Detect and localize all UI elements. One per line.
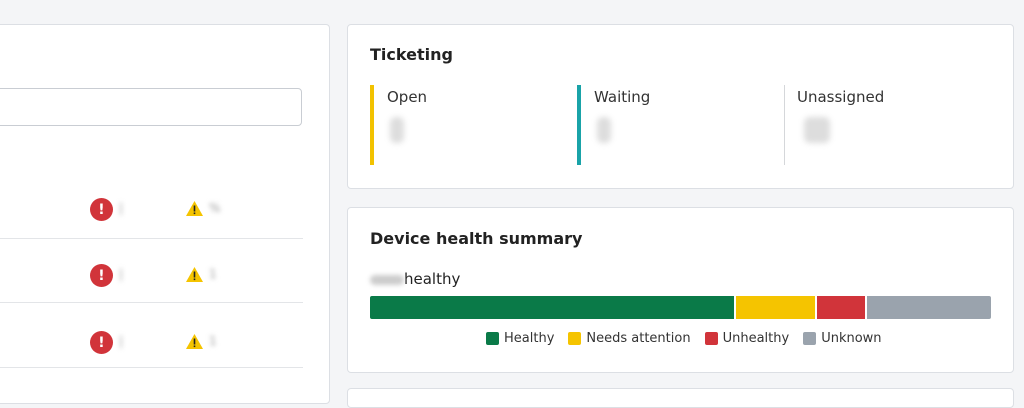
stat-value bbox=[390, 117, 404, 143]
bar-segment-needs-attention[interactable] bbox=[736, 296, 818, 319]
stat-color-bar bbox=[370, 85, 374, 165]
health-legend: Healthy Needs attention Unhealthy Unknown bbox=[486, 331, 882, 346]
exclamation-circle-icon: ! bbox=[90, 264, 113, 287]
legend-swatch bbox=[486, 332, 499, 345]
table-row[interactable]: ! | 1 bbox=[0, 304, 303, 368]
stat-label: Open bbox=[387, 88, 428, 106]
stat-label: Unassigned bbox=[797, 88, 885, 106]
stat-value bbox=[804, 117, 830, 143]
table-row[interactable]: ! | % bbox=[0, 175, 303, 239]
divider bbox=[0, 367, 303, 368]
legend-swatch bbox=[704, 332, 718, 345]
legend-item[interactable]: Healthy bbox=[486, 331, 554, 346]
bar-segment-unhealthy[interactable] bbox=[817, 296, 867, 319]
legend-label: Unhealthy bbox=[722, 331, 790, 346]
table-row[interactable]: ! | 1 bbox=[0, 239, 303, 303]
exclamation-circle-icon: ! bbox=[90, 331, 113, 354]
bar-segment-healthy[interactable] bbox=[370, 296, 737, 319]
card-title: Ticketing bbox=[370, 45, 453, 64]
warning-triangle-icon bbox=[186, 334, 203, 349]
warning-triangle-icon bbox=[186, 267, 203, 282]
stat-label: Waiting bbox=[594, 88, 651, 106]
stat-value bbox=[597, 117, 611, 143]
error-count: | bbox=[119, 267, 124, 281]
healthy-percent bbox=[370, 274, 404, 285]
legend-label: Needs attention bbox=[586, 331, 691, 346]
legend-item[interactable]: Needs attention bbox=[568, 331, 691, 346]
stat-waiting[interactable]: Waiting bbox=[577, 85, 767, 165]
warning-count: 1 bbox=[209, 334, 217, 348]
search-input[interactable] bbox=[0, 88, 302, 126]
stat-unassigned[interactable]: Unassigned bbox=[784, 85, 994, 165]
card-title: Device health summary bbox=[370, 229, 583, 248]
legend-item[interactable]: Unknown bbox=[803, 331, 882, 346]
healthy-summary: healthy bbox=[370, 270, 460, 288]
legend-label: Unknown bbox=[821, 331, 882, 346]
warning-triangle-icon bbox=[186, 201, 203, 216]
legend-item[interactable]: Unhealthy bbox=[704, 331, 790, 346]
stat-open[interactable]: Open bbox=[370, 85, 560, 165]
exclamation-circle-icon: ! bbox=[90, 198, 113, 221]
left-panel: ! | % ! | 1 ! | 1 bbox=[0, 24, 330, 404]
ticketing-card: Ticketing Open Waiting Unassigned bbox=[347, 24, 1014, 189]
warning-count: 1 bbox=[209, 267, 217, 281]
health-stacked-bar[interactable] bbox=[370, 296, 991, 319]
stat-color-bar bbox=[577, 85, 581, 165]
error-count: | bbox=[119, 334, 124, 348]
divider bbox=[0, 302, 303, 303]
error-count: | bbox=[119, 201, 124, 215]
legend-swatch bbox=[568, 332, 582, 345]
bar-segment-unknown[interactable] bbox=[866, 296, 991, 319]
legend-swatch bbox=[803, 332, 817, 345]
device-health-card: Device health summary healthy Healthy Nee… bbox=[347, 207, 1014, 373]
next-card bbox=[347, 388, 1014, 408]
legend-label: Healthy bbox=[504, 331, 555, 346]
stat-color-bar bbox=[784, 85, 785, 165]
healthy-suffix: healthy bbox=[404, 270, 461, 288]
warning-count: % bbox=[209, 201, 221, 215]
